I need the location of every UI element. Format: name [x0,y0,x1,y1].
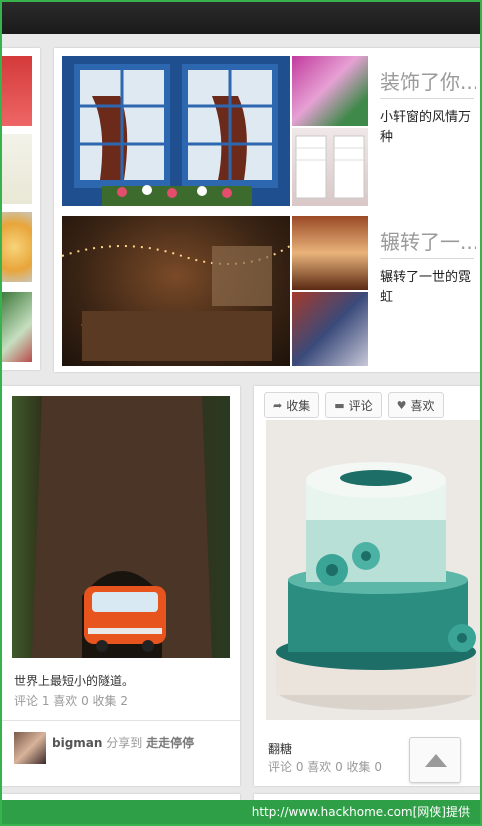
tree-tunnel-illustration [32,396,212,658]
watermark: http://www.hackhome.com[网侠]提供 [2,800,480,824]
like-label: 喜欢 [410,398,435,413]
thumbnail-window [2,292,32,362]
pin-card[interactable]: 世界上最短小的隧道。 评论 1 喜欢 0 收集 2 bigman 分享到 走走停… [2,386,240,786]
pin-description: 翻糖 [268,742,293,756]
board-link[interactable]: 走走停停 [146,736,194,750]
comment-button[interactable]: ▬ 评论 [325,392,382,418]
pin-attribution: bigman 分享到 走走停停 [52,734,194,751]
username-link[interactable]: bigman [52,736,102,750]
board-title[interactable]: 装饰了你... [380,66,476,95]
fairy-lights-illustration [62,245,290,361]
board-title[interactable]: 辗转了一... [380,226,476,255]
cake-photo [266,420,480,720]
pin-actions: ➦ 收集 ▬ 评论 ♥ 喜欢 [264,392,444,418]
board-card[interactable]: 装饰了你... 小轩窗的风情万种 辗转了一... 辗转了一世的霓虹 [54,48,480,372]
bedroom-lights-photo [62,216,290,366]
partial-board-card[interactable] [2,48,40,370]
pin-divider [2,720,240,721]
thumbnail-red [2,56,32,126]
share-arrow-icon: ➦ [273,398,283,412]
tree-tunnel-photo [12,396,230,658]
avatar[interactable] [14,732,46,764]
window-illustration [62,56,290,206]
heart-icon: ♥ [396,398,407,412]
cake-illustration [276,462,476,710]
like-button[interactable]: ♥ 喜欢 [387,392,444,418]
pin-stats: 评论 0 喜欢 0 收集 0 [268,760,382,774]
scroll-to-top-button[interactable] [409,737,461,783]
collect-label: 收集 [286,398,311,413]
app-screen: 装饰了你... 小轩窗的风情万种 辗转了一... 辗转了一世的霓虹 世界上最短小… [0,0,482,826]
comment-icon: ▬ [334,398,345,412]
patterned-bed-photo [292,292,368,366]
board-description: 小轩窗的风情万种 [380,110,472,145]
status-bar [2,2,480,34]
board-divider [380,98,474,99]
board-divider [380,258,474,259]
arrow-up-icon [425,754,447,767]
shutters-illustration [295,135,365,199]
shared-to-label: 分享到 [106,736,143,750]
white-shutters-photo [292,128,368,206]
board-description: 辗转了一世的霓虹 [380,270,472,305]
pin-description: 世界上最短小的隧道。 [14,674,135,688]
pin-stats: 评论 1 喜欢 0 收集 2 [14,694,128,708]
pin-card[interactable]: ➦ 收集 ▬ 评论 ♥ 喜欢 翻糖 评论 0 喜欢 0 收集 0 [254,386,480,786]
comment-label: 评论 [348,398,373,413]
bougainvillea-photo [292,56,368,126]
thumbnail-lamp [2,212,32,282]
bed-canopy-photo [292,216,368,290]
window-photo [62,56,290,206]
thumbnail-light [2,134,32,204]
collect-button[interactable]: ➦ 收集 [264,392,320,418]
